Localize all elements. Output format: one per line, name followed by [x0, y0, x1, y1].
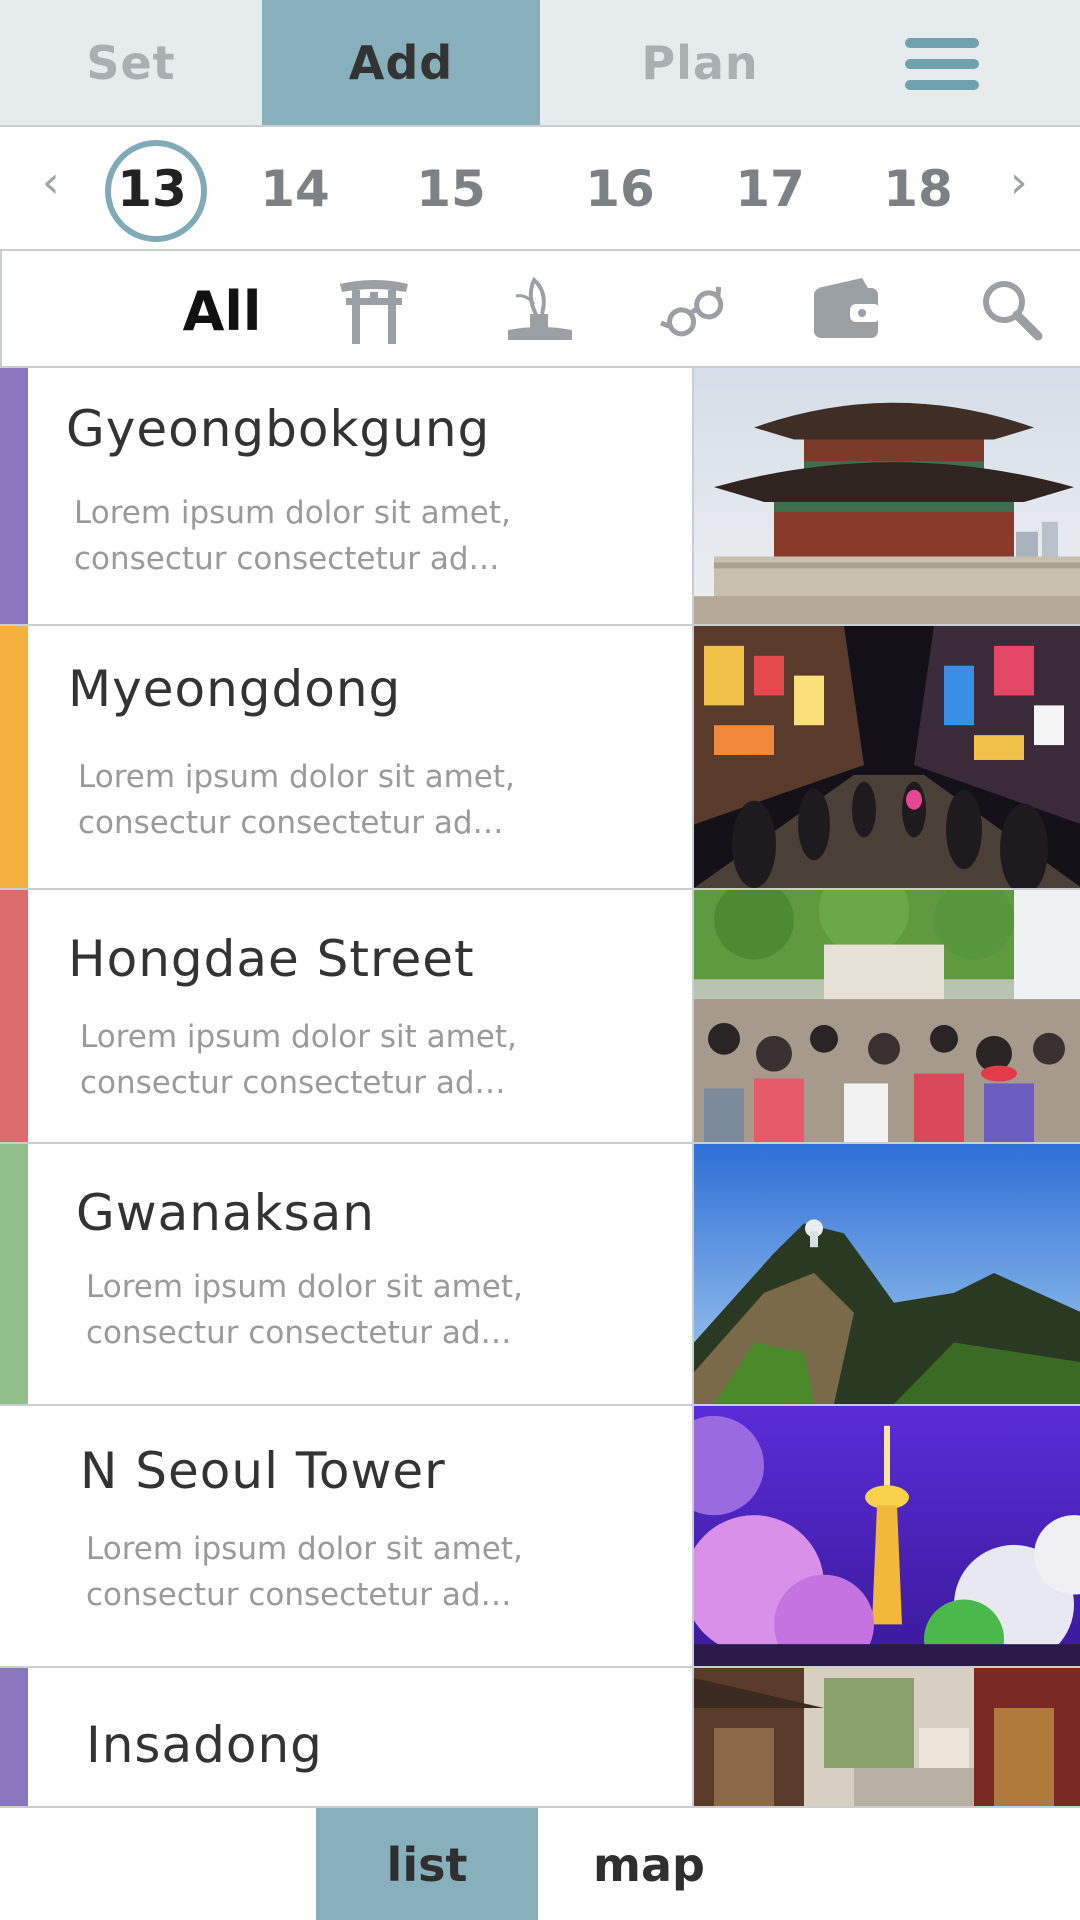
place-description: Lorem ipsum dolor sit amet, consectur co…: [86, 1531, 523, 1613]
top-tab-bar: Set Add Plan: [0, 0, 1080, 127]
place-title: Myeongdong: [68, 660, 402, 718]
place-title: Gyeongbokgung: [66, 400, 491, 458]
place-photo[interactable]: [692, 368, 1080, 624]
chevron-left-icon[interactable]: ‹: [42, 157, 60, 208]
place-description: Lorem ipsum dolor sit amet, consectur co…: [78, 759, 515, 841]
crowd-street-photo: [694, 890, 1080, 1142]
day-label: 17: [735, 160, 805, 218]
list-item[interactable]: Gwanaksan Lorem ipsum dolor sit amet, co…: [0, 1144, 1080, 1406]
list-item[interactable]: Insadong: [0, 1668, 1080, 1806]
place-photo[interactable]: [692, 1406, 1080, 1666]
place-title: N Seoul Tower: [80, 1442, 446, 1500]
view-toggle-bar: list map: [0, 1806, 1080, 1920]
place-photo[interactable]: [692, 1144, 1080, 1404]
place-title: Gwanaksan: [76, 1184, 375, 1242]
place-photo[interactable]: [692, 1668, 1080, 1806]
list-view-button[interactable]: list: [316, 1808, 538, 1920]
place-list[interactable]: Gyeongbokgung Lorem ipsum dolor sit amet…: [0, 368, 1080, 1806]
day-17[interactable]: 17: [715, 127, 825, 251]
place-photo[interactable]: [692, 626, 1080, 888]
category-color-stripe: [0, 1144, 28, 1404]
day-label: 15: [416, 160, 486, 218]
day-label: 16: [585, 160, 655, 218]
place-description: Lorem ipsum dolor sit amet, consectur co…: [86, 1269, 523, 1351]
plant-icon[interactable]: [504, 274, 576, 346]
place-photo[interactable]: [692, 890, 1080, 1142]
day-13[interactable]: 13: [97, 127, 207, 251]
alley-photo: [694, 1668, 1080, 1806]
category-filter-bar: All: [0, 251, 1080, 368]
list-item[interactable]: Gyeongbokgung Lorem ipsum dolor sit amet…: [0, 368, 1080, 626]
day-15[interactable]: 15: [396, 127, 506, 251]
chevron-right-icon[interactable]: ›: [1010, 157, 1028, 208]
date-selector: ‹ 13 14 15 16 17 18 ›: [0, 127, 1080, 251]
day-label: 13: [117, 160, 187, 218]
category-color-stripe: [0, 368, 28, 624]
list-item[interactable]: N Seoul Tower Lorem ipsum dolor sit amet…: [0, 1406, 1080, 1668]
tab-plan[interactable]: Plan: [540, 0, 860, 125]
palace-photo: [694, 368, 1080, 624]
place-title: Hongdae Street: [68, 930, 475, 988]
list-item[interactable]: Hongdae Street Lorem ipsum dolor sit ame…: [0, 890, 1080, 1144]
map-view-button[interactable]: map: [538, 1808, 760, 1920]
place-description: Lorem ipsum dolor sit amet, consectur co…: [80, 1019, 517, 1101]
category-color-stripe: [0, 1406, 28, 1666]
day-label: 18: [883, 160, 953, 218]
place-description: Lorem ipsum dolor sit amet, consectur co…: [74, 495, 511, 577]
category-color-stripe: [0, 626, 28, 888]
day-14[interactable]: 14: [240, 127, 350, 251]
torii-gate-icon[interactable]: [338, 274, 410, 346]
tab-set[interactable]: Set: [0, 0, 262, 125]
mountain-photo: [694, 1144, 1080, 1404]
tower-night-photo: [694, 1406, 1080, 1666]
list-item[interactable]: Myeongdong Lorem ipsum dolor sit amet, c…: [0, 626, 1080, 890]
filter-all[interactable]: All: [172, 271, 272, 351]
street-night-photo: [694, 626, 1080, 888]
wallet-icon[interactable]: [810, 274, 882, 346]
search-icon[interactable]: [976, 274, 1048, 346]
glasses-icon[interactable]: [657, 274, 729, 346]
day-18[interactable]: 18: [863, 127, 973, 251]
hamburger-menu-icon[interactable]: [900, 36, 982, 92]
place-title: Insadong: [86, 1716, 323, 1774]
category-color-stripe: [0, 1668, 28, 1806]
day-label: 14: [260, 160, 330, 218]
day-16[interactable]: 16: [565, 127, 675, 251]
tab-add[interactable]: Add: [262, 0, 540, 125]
category-color-stripe: [0, 890, 28, 1142]
